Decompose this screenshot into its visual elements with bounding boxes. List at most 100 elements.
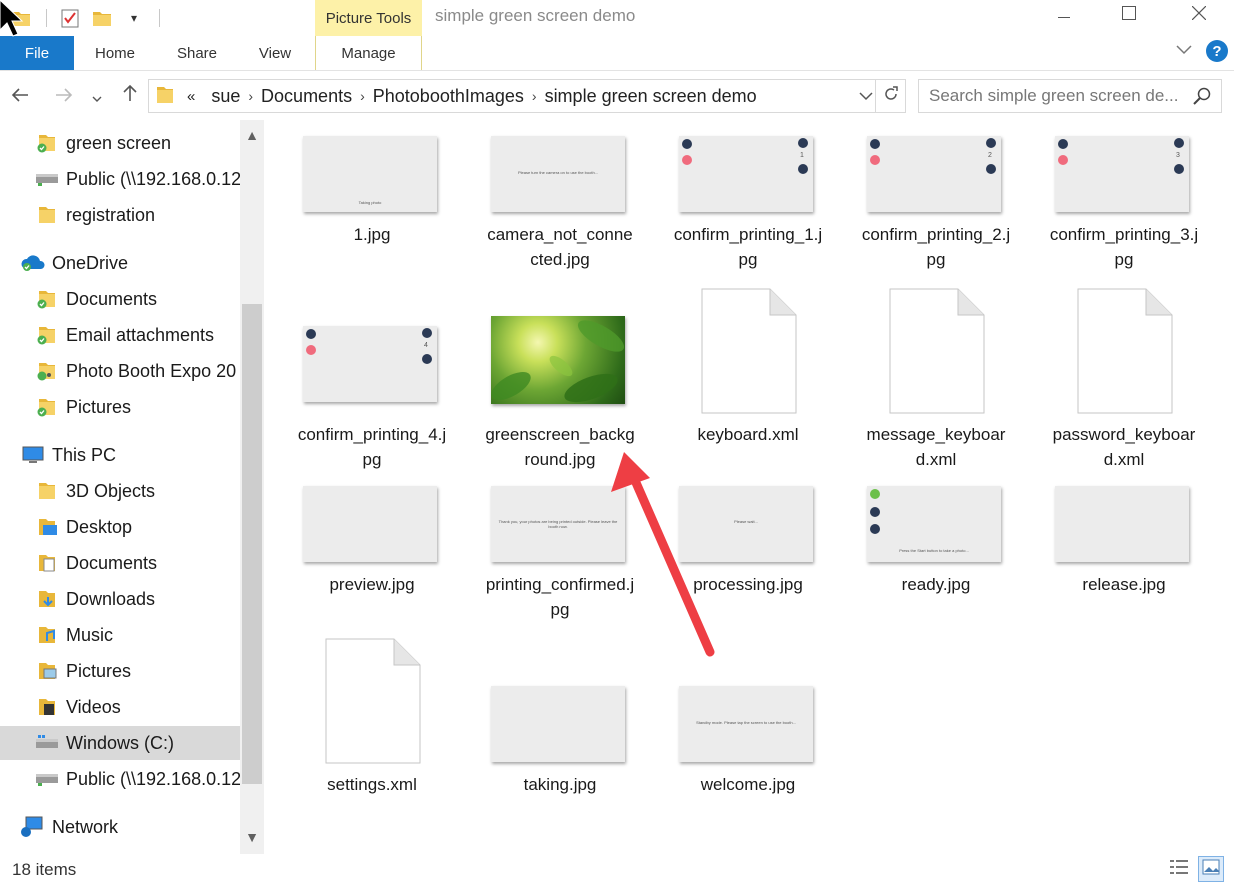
breadcrumb-chevron-icon[interactable]: › [248,88,253,104]
nav-item-label: This PC [52,444,117,465]
image-thumbnail [1055,486,1189,562]
nav-item[interactable]: registration [0,198,240,232]
forward-arrow-icon [55,85,73,108]
nav-item-label: Public (\\192.168.0.12 [66,768,240,789]
nav-item[interactable]: Public (\\192.168.0.12 [0,762,240,796]
image-thumbnail [491,686,625,762]
address-dropdown-icon[interactable] [859,87,873,108]
tab-home[interactable]: Home [78,36,152,70]
nav-item[interactable]: Email attachments [0,318,240,352]
file-name-label: ready.jpg [901,575,971,594]
minimize-button[interactable] [1041,0,1087,30]
nav-item[interactable]: Documents [0,546,240,580]
up-button[interactable] [116,82,144,110]
file-item[interactable]: release.jpg [1037,120,1211,594]
address-row: « sue › Documents › PhotoboothImages › s… [0,78,1234,116]
tab-file[interactable]: File [0,36,74,70]
nav-item-label: registration [66,204,156,225]
file-name-label: printing_confirmed.jpg [485,575,635,619]
nav-scrollbar[interactable]: ▲ ▼ [240,120,264,854]
help-icon[interactable]: ? [1206,40,1228,62]
desktop-folder-icon [34,515,60,539]
address-bar[interactable]: « sue › Documents › PhotoboothImages › s… [148,79,906,113]
file-name-label: processing.jpg [693,575,803,594]
file-name-label: settings.xml [327,775,417,794]
forward-button[interactable] [50,82,78,110]
separator [159,9,160,27]
breadcrumb-documents[interactable]: Documents [261,86,352,107]
nav-item-label: Desktop [66,516,133,537]
tab-manage[interactable]: Manage [315,36,422,70]
ready-screen-thumbnail: Press the Start button to take a photo..… [867,486,1001,562]
file-item[interactable]: taking.jpg [473,120,647,794]
nav-item[interactable]: Downloads [0,582,240,616]
expand-ribbon-icon[interactable] [1176,42,1192,60]
customize-qat-icon[interactable]: ▾ [123,7,145,29]
nav-item[interactable]: OneDrive [0,246,240,280]
nav-item[interactable]: green screen [0,126,240,160]
large-icons-view-button[interactable] [1198,856,1224,882]
file-name-label: keyboard.xml [697,425,799,444]
maximize-button[interactable] [1106,0,1152,30]
breadcrumb-sue[interactable]: sue [211,86,240,107]
refresh-icon [883,85,899,107]
file-item[interactable]: settings.xml [285,120,459,794]
search-icon[interactable] [1193,87,1211,110]
nav-item[interactable]: Music [0,618,240,652]
network-drive-icon [34,767,60,791]
search-placeholder: Search simple green screen de... [929,86,1179,105]
picture-tools-context-tab: Picture Tools [315,0,422,36]
document-icon [1077,288,1173,419]
breadcrumb-chevron-icon[interactable]: › [360,88,365,104]
file-name-label: password_keyboard.xml [1052,425,1196,469]
breadcrumb-current-folder[interactable]: simple green screen demo [545,86,757,107]
file-item[interactable]: Standby mode. Please tap the screen to u… [661,120,835,794]
nav-item-label: Documents [66,552,158,573]
quick-access-toolbar: ▾ [0,0,160,36]
scrollbar-thumb[interactable] [242,304,262,784]
recent-locations-button[interactable] [86,82,108,110]
close-icon [1191,5,1207,25]
nav-item[interactable]: 3D Objects [0,474,240,508]
nav-item[interactable]: Windows (C:) [0,726,240,760]
new-folder-icon[interactable] [91,7,113,29]
breadcrumb-photoboothimages[interactable]: PhotoboothImages [373,86,524,107]
search-input[interactable]: Search simple green screen de... [918,79,1222,113]
nav-item[interactable]: Documents [0,282,240,316]
network-icon [20,815,46,839]
breadcrumb-overflow[interactable]: « [187,88,195,105]
close-button[interactable] [1176,0,1222,30]
document-icon [325,638,421,769]
window-title: simple green screen demo [435,6,636,25]
separator [46,9,47,27]
folder-app-icon[interactable] [10,7,32,29]
nav-item[interactable]: Network [0,810,240,844]
scroll-up-icon[interactable]: ▲ [240,124,264,146]
nav-item[interactable]: Public (\\192.168.0.12 [0,162,240,196]
nav-item[interactable]: Desktop [0,510,240,544]
confirm-screen-thumbnail: 4 [303,326,437,402]
scroll-down-icon[interactable]: ▼ [240,826,264,848]
tab-view[interactable]: View [238,36,312,70]
back-button[interactable] [6,82,34,110]
thumbnail-caption: Thank you, your photos are being printed… [498,519,618,529]
tab-share[interactable]: Share [160,36,234,70]
nav-item[interactable]: Pictures [0,390,240,424]
details-view-button[interactable] [1166,856,1192,882]
3d-objects-icon [34,479,60,503]
document-icon [701,288,797,419]
item-count: 18 items [12,860,77,879]
nav-item[interactable]: Photo Booth Expo 20 [0,354,240,388]
nav-item[interactable]: Pictures [0,654,240,688]
nav-item[interactable]: Videos [0,690,240,724]
nav-item-label: Photo Booth Expo 20 [66,360,237,381]
file-item[interactable]: Press the Start button to take a photo..… [849,120,1023,594]
back-arrow-icon [11,85,29,108]
breadcrumb-chevron-icon[interactable]: › [532,88,537,104]
properties-icon[interactable] [59,7,81,29]
windows-drive-icon [34,731,60,755]
nav-item[interactable]: This PC [0,438,240,472]
title-bar: ▾ Picture Tools simple green screen demo [0,0,1234,36]
refresh-button[interactable] [875,80,905,112]
onedrive-icon [20,251,46,275]
